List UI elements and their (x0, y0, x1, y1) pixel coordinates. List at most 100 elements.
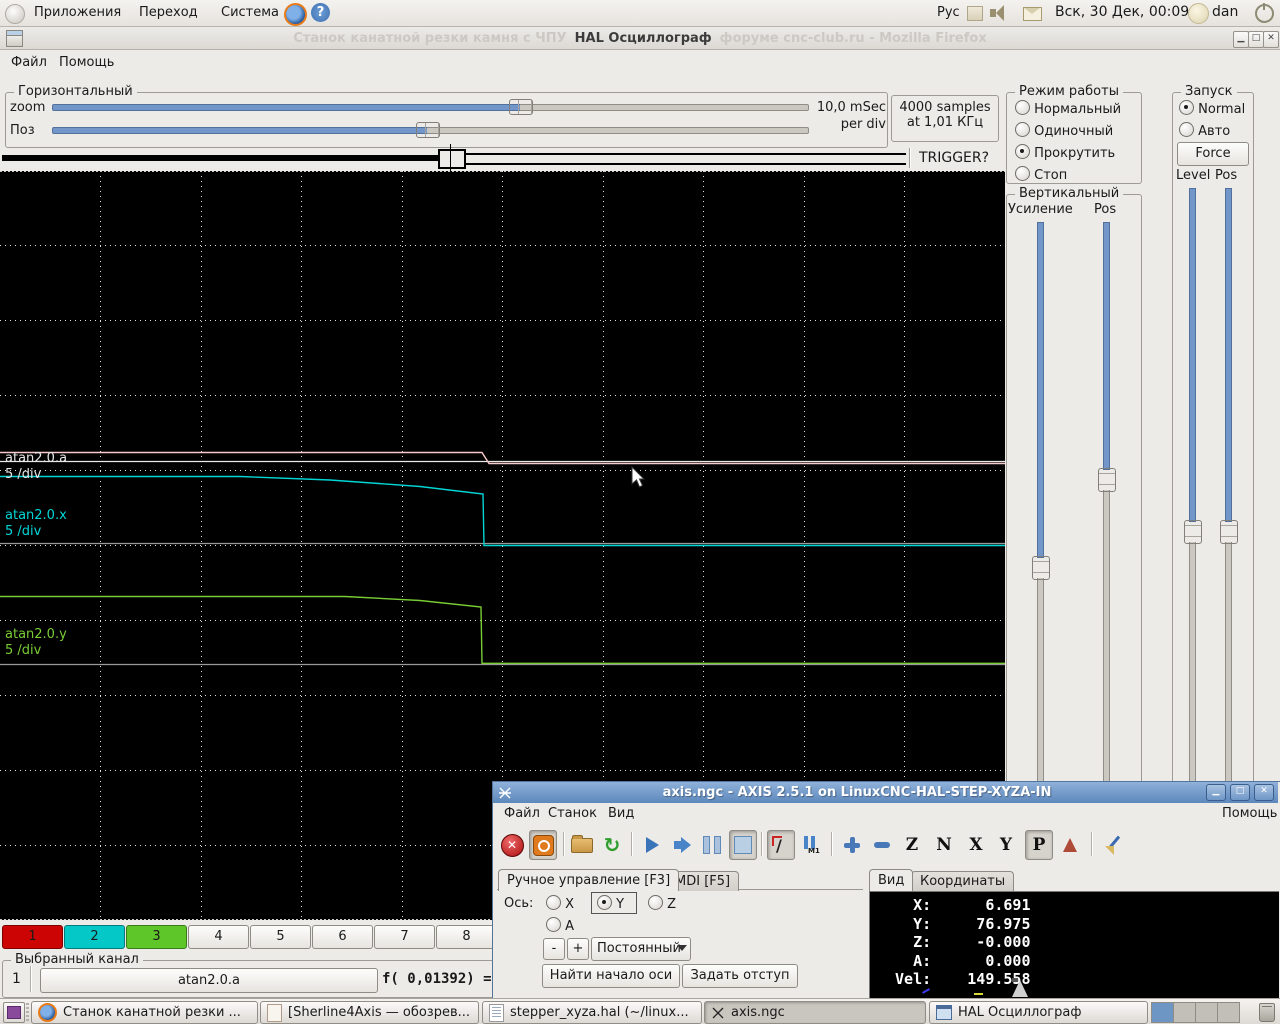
skip-lines-button[interactable]: / (767, 830, 795, 860)
gain-slider-track-lower[interactable] (1037, 578, 1044, 783)
trigger-pos-track-lower[interactable] (1225, 542, 1232, 783)
axis-menu-view[interactable]: Вид (601, 804, 641, 823)
gain-slider-track[interactable] (1037, 222, 1044, 558)
channel-6-button[interactable]: 6 (312, 925, 373, 949)
tab-manual-control[interactable]: Ручное управление [F3] (498, 869, 679, 891)
axis-titlebar[interactable]: axis.ngc - AXIS 2.5.1 on LinuxCNC-HAL-ST… (493, 782, 1278, 803)
vpos-slider-track-lower[interactable] (1103, 490, 1110, 783)
run-mode-stop[interactable]: Стоп (1015, 166, 1067, 183)
estop-button[interactable]: ✕ (499, 831, 525, 859)
pos-slider-track-filled[interactable] (52, 127, 429, 134)
halscope-minimize-button[interactable]: ▁ (1233, 31, 1249, 48)
axis-menu-machine[interactable]: Станок (541, 804, 604, 823)
trigger-auto[interactable]: Авто (1179, 122, 1230, 139)
window-list-applet-icon[interactable] (3, 1002, 25, 1023)
home-axis-button[interactable]: Найти начало оси (542, 964, 680, 988)
firefox-launcher-icon[interactable] (284, 3, 307, 26)
help-launcher-icon[interactable]: ? (311, 3, 330, 22)
channel-4-button[interactable]: 4 (188, 925, 249, 949)
trigger-position-bar[interactable] (0, 148, 1005, 168)
taskbar-item-axis[interactable]: axis.ngc (704, 1001, 926, 1024)
channel-3-button[interactable]: 3 (126, 925, 187, 949)
channel-2-button[interactable]: 2 (64, 925, 125, 949)
pos-slider-track[interactable] (427, 127, 809, 134)
view-z2-button[interactable]: N (931, 831, 957, 859)
taskbar-item-halscope[interactable]: HAL Осциллограф (929, 1001, 1148, 1024)
rotate-view-button[interactable] (1057, 831, 1083, 859)
axis-menu-file[interactable]: Файл (497, 804, 547, 823)
workspace-4[interactable] (1218, 1003, 1239, 1022)
zoom-slider-track[interactable] (520, 104, 809, 111)
axis-maximize-button[interactable]: □ (1230, 784, 1250, 801)
preview-3d-panel[interactable]: X: 6.691 Y: 76.975 Z: -0.000 A: 0.000 Ve… (869, 891, 1279, 1001)
touch-off-button[interactable]: Задать отступ (682, 964, 798, 988)
channel-5-button[interactable]: 5 (250, 925, 311, 949)
zoom-in-button[interactable] (839, 831, 865, 859)
tab-preview[interactable]: Вид (869, 869, 913, 891)
jog-minus-button[interactable]: - (543, 938, 565, 960)
axis-minimize-button[interactable]: ▁ (1206, 784, 1226, 801)
axis-close-button[interactable]: ✕ (1254, 784, 1274, 801)
layout-switch-icon[interactable] (967, 6, 983, 21)
distributor-logo-icon[interactable] (5, 4, 25, 24)
channel-7-button[interactable]: 7 (374, 925, 435, 949)
workspace-2[interactable] (1174, 1003, 1196, 1022)
taskbar-item-editor[interactable]: stepper_xyza.hal (~/linux... (482, 1001, 702, 1024)
trigger-pos-track[interactable] (1225, 188, 1232, 522)
halscope-menu-file[interactable]: Файл (4, 53, 54, 72)
run-mode-roll[interactable]: Прокрутить (1015, 144, 1115, 161)
machine-on-button[interactable] (529, 830, 557, 860)
run-button[interactable] (639, 831, 665, 859)
jog-mode-combobox[interactable]: Постоянный (591, 937, 691, 961)
keyboard-layout-indicator[interactable]: Рус (937, 5, 960, 20)
axis-radio-a[interactable]: A (546, 917, 574, 934)
user-avatar[interactable] (1188, 3, 1209, 24)
user-name[interactable]: dan (1212, 4, 1238, 20)
trigger-pos-handle[interactable] (1220, 520, 1238, 544)
view-x-button[interactable]: X (963, 831, 989, 859)
trigger-normal[interactable]: Normal (1179, 100, 1245, 117)
power-icon[interactable] (1255, 4, 1274, 23)
vpos-slider-handle[interactable] (1098, 468, 1116, 492)
menu-system[interactable]: Система (215, 4, 285, 22)
axis-radio-y[interactable]: Y (597, 895, 624, 912)
trigger-status-label[interactable]: TRIGGER? (913, 150, 995, 166)
stop-button[interactable] (729, 830, 757, 860)
applet-drag-handle[interactable] (26, 1003, 29, 1021)
taskbar-item-document[interactable]: [Sherline4Axis — обозрев... (260, 1001, 479, 1024)
axis-radio-x[interactable]: X (546, 895, 574, 912)
view-perspective-button[interactable]: P (1025, 830, 1053, 860)
pause-button[interactable] (699, 831, 725, 859)
channel-1-button[interactable]: 1 (2, 925, 63, 949)
run-mode-normal[interactable]: Нормальный (1015, 100, 1121, 117)
gain-slider-handle[interactable] (1032, 556, 1050, 580)
tab-dro[interactable]: Координаты (911, 871, 1014, 891)
clear-plot-button[interactable] (1101, 831, 1127, 859)
zoom-out-button[interactable] (869, 831, 895, 859)
view-z-button[interactable]: Z (899, 831, 925, 859)
halscope-maximize-button[interactable]: □ (1248, 31, 1264, 48)
halscope-close-button[interactable]: ✕ (1263, 31, 1279, 48)
halscope-menu-help[interactable]: Помощь (52, 53, 121, 72)
clock[interactable]: Вск, 30 Дек, 00:09 (1055, 4, 1189, 20)
zoom-slider-track-filled[interactable] (52, 104, 522, 111)
zoom-slider-handle[interactable] (509, 99, 533, 115)
workspace-3[interactable] (1196, 1003, 1218, 1022)
reload-button[interactable]: ↻ (599, 831, 625, 859)
pos-slider-handle[interactable] (416, 122, 440, 138)
trigger-level-track[interactable] (1189, 188, 1196, 522)
trigger-marker[interactable] (438, 149, 466, 169)
open-file-button[interactable] (569, 831, 595, 859)
taskbar-item-firefox[interactable]: Станок канатной резки ... (31, 1001, 258, 1024)
view-y-button[interactable]: Y (993, 831, 1019, 859)
force-trigger-button[interactable]: Force (1177, 142, 1249, 166)
trigger-level-handle[interactable] (1184, 520, 1202, 544)
axis-menu-help[interactable]: Помощь (1215, 804, 1280, 823)
workspace-1[interactable] (1152, 1003, 1174, 1022)
trigger-level-track-lower[interactable] (1189, 542, 1196, 783)
step-button[interactable] (669, 831, 695, 859)
axis-radio-z[interactable]: Z (648, 895, 676, 912)
menu-places[interactable]: Переход (133, 4, 204, 22)
menu-applications[interactable]: Приложения (28, 4, 127, 22)
jog-plus-button[interactable]: + (567, 938, 589, 960)
